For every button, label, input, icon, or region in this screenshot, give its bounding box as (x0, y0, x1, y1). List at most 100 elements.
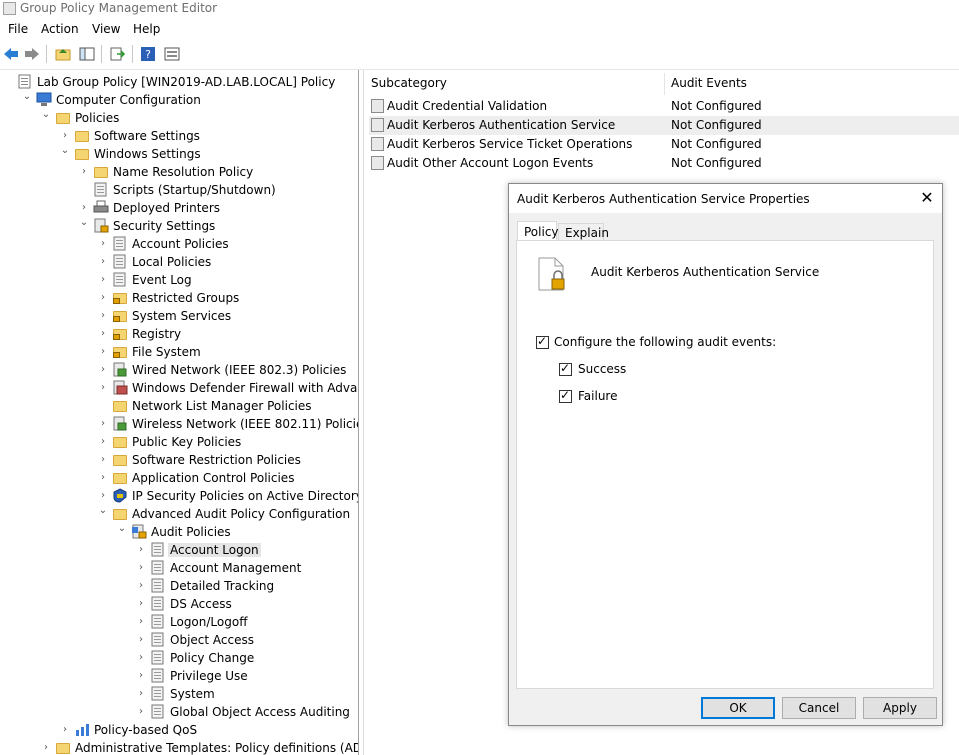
list-item[interactable]: Audit Kerberos Service Ticket Operations… (369, 135, 959, 154)
column-header-subcategory[interactable]: Subcategory (371, 76, 447, 90)
chevron-right-icon[interactable]: › (136, 707, 146, 717)
tree-node[interactable]: ⌄ Advanced Audit Policy Configuration (0, 505, 356, 523)
chevron-right-icon[interactable]: › (136, 545, 146, 555)
tree-node[interactable]: ⌄ Security Settings (0, 217, 356, 235)
chevron-right-icon[interactable]: › (98, 491, 108, 501)
chevron-right-icon[interactable]: › (136, 563, 146, 573)
tree-node[interactable]: › Policy Change (0, 649, 356, 667)
tree-node[interactable]: Lab Group Policy [WIN2019-AD.LAB.LOCAL] … (0, 73, 356, 91)
tree-node[interactable]: › Account Logon (0, 541, 356, 559)
chevron-right-icon[interactable]: › (98, 329, 108, 339)
tree-node[interactable]: › Local Policies (0, 253, 356, 271)
ok-button[interactable]: OK (701, 697, 775, 719)
chevron-right-icon[interactable]: › (98, 437, 108, 447)
chevron-right-icon[interactable]: › (98, 257, 108, 267)
tree-node[interactable]: › System (0, 685, 356, 703)
chevron-right-icon[interactable]: › (98, 347, 108, 357)
chevron-right-icon[interactable]: › (98, 383, 108, 393)
tree-node[interactable]: ⌄ Computer Configuration (0, 91, 356, 109)
list-item[interactable]: Audit Credential Validation Not Configure… (369, 97, 959, 116)
chevron-down-icon[interactable]: ⌄ (60, 146, 70, 156)
chevron-down-icon[interactable]: ⌄ (79, 218, 89, 228)
tree-node[interactable]: › IP Security Policies on Active Director… (0, 487, 358, 505)
tree-node[interactable]: › Wired Network (IEEE 802.3) Policies (0, 361, 356, 379)
tree-node[interactable]: › Logon/Logoff (0, 613, 356, 631)
chevron-right-icon[interactable]: › (98, 365, 108, 375)
tree-node[interactable]: › Policy-based QoS (0, 721, 356, 739)
close-icon[interactable]: ✕ (918, 189, 936, 207)
chevron-right-icon[interactable]: › (136, 635, 146, 645)
tree-node[interactable]: › Name Resolution Policy (0, 163, 356, 181)
tree-node[interactable]: › Detailed Tracking (0, 577, 356, 595)
up-folder-icon[interactable] (55, 46, 71, 62)
tree-node[interactable]: › Software Restriction Policies (0, 451, 356, 469)
tree-node[interactable]: › Wireless Network (IEEE 802.11) Policies (0, 415, 358, 433)
apply-button[interactable]: Apply (863, 697, 937, 719)
chevron-down-icon[interactable]: ⌄ (22, 92, 32, 102)
tree-node[interactable]: Network List Manager Policies (0, 397, 356, 415)
chevron-right-icon[interactable]: › (136, 689, 146, 699)
tree-node[interactable]: › Event Log (0, 271, 356, 289)
configure-checkbox[interactable]: ✓ (536, 334, 549, 349)
success-checkbox[interactable]: ✓ (559, 361, 572, 376)
tree-node[interactable]: › Global Object Access Auditing (0, 703, 356, 721)
properties-icon[interactable] (164, 46, 180, 62)
chevron-right-icon[interactable]: › (136, 617, 146, 627)
list-item[interactable]: Audit Other Account Logon Events Not Conf… (369, 154, 959, 173)
chevron-down-icon[interactable]: ⌄ (41, 110, 51, 120)
cancel-button[interactable]: Cancel (782, 697, 856, 719)
forward-arrow-icon[interactable] (24, 46, 40, 62)
column-divider[interactable] (664, 73, 665, 95)
tree-node[interactable]: › Privilege Use (0, 667, 356, 685)
back-arrow-icon[interactable] (3, 46, 19, 62)
chevron-right-icon[interactable]: › (136, 671, 146, 681)
menu-file[interactable]: File (8, 22, 28, 36)
tree-node[interactable]: ⌄ Policies (0, 109, 356, 127)
folder-icon (74, 128, 90, 143)
column-header-audit-events[interactable]: Audit Events (671, 76, 747, 90)
menu-view[interactable]: View (92, 22, 120, 36)
chevron-right-icon[interactable]: › (98, 419, 108, 429)
chevron-right-icon[interactable]: › (41, 743, 51, 753)
tree-node[interactable]: ⌄ Audit Policies (0, 523, 356, 541)
tree-node[interactable]: › Software Settings (0, 127, 356, 145)
tree-node[interactable]: › Public Key Policies (0, 433, 356, 451)
tree-node[interactable]: › Registry (0, 325, 356, 343)
chevron-right-icon[interactable]: › (60, 725, 70, 735)
tab-policy[interactable]: Policy (517, 221, 559, 241)
failure-checkbox[interactable]: ✓ (559, 388, 572, 403)
tree-node[interactable]: › System Services (0, 307, 356, 325)
export-list-icon[interactable] (109, 46, 125, 62)
tree-node[interactable]: › File System (0, 343, 356, 361)
tree-node[interactable]: › Account Policies (0, 235, 356, 253)
chevron-right-icon[interactable]: › (136, 599, 146, 609)
tree-node[interactable]: › Administrative Templates: Policy defini… (0, 739, 358, 755)
chevron-right-icon[interactable]: › (98, 293, 108, 303)
tree-node[interactable]: ⌄ Windows Settings (0, 145, 356, 163)
show-hide-tree-icon[interactable] (79, 46, 95, 62)
chevron-right-icon[interactable]: › (98, 455, 108, 465)
chevron-right-icon[interactable]: › (136, 581, 146, 591)
tree-node[interactable]: › Application Control Policies (0, 469, 356, 487)
chevron-right-icon[interactable]: › (79, 203, 89, 213)
tree-node[interactable]: › DS Access (0, 595, 356, 613)
tree-node[interactable]: › Deployed Printers (0, 199, 356, 217)
chevron-right-icon[interactable]: › (98, 275, 108, 285)
chevron-right-icon[interactable]: › (98, 239, 108, 249)
tree-node[interactable]: › Account Management (0, 559, 356, 577)
chevron-right-icon[interactable]: › (60, 131, 70, 141)
list-item[interactable]: Audit Kerberos Authentication Service Not… (369, 116, 959, 135)
chevron-right-icon[interactable]: › (79, 167, 89, 177)
chevron-right-icon[interactable]: › (98, 473, 108, 483)
chevron-down-icon[interactable]: ⌄ (98, 506, 108, 516)
chevron-down-icon[interactable]: ⌄ (117, 524, 127, 534)
tree-node[interactable]: › Restricted Groups (0, 289, 356, 307)
tree-node[interactable]: › Object Access (0, 631, 356, 649)
chevron-right-icon[interactable]: › (98, 311, 108, 321)
chevron-right-icon[interactable]: › (136, 653, 146, 663)
menu-help[interactable]: Help (133, 22, 160, 36)
tree-node[interactable]: Scripts (Startup/Shutdown) (0, 181, 356, 199)
tree-node[interactable]: › Windows Defender Firewall with Advanced… (0, 379, 358, 397)
help-icon[interactable]: ? (140, 46, 156, 62)
menu-action[interactable]: Action (41, 22, 79, 36)
